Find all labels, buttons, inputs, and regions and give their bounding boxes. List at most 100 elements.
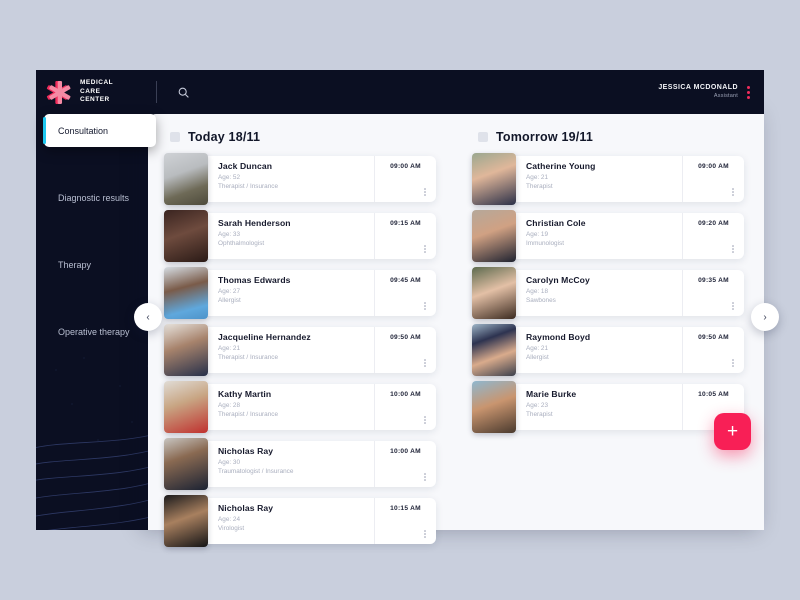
patient-specialty: Therapist <box>526 410 553 418</box>
next-day-button[interactable]: › <box>751 303 779 331</box>
user-role: Assistant <box>713 93 738 100</box>
kebab-dot <box>424 479 426 481</box>
appointment-details: Marie Burke Age: 23 Therapist <box>516 384 682 430</box>
chevron-left-icon: ‹ <box>146 311 150 323</box>
patient-age: Age: 21 <box>526 173 549 181</box>
appointment-card[interactable]: Catherine Young Age: 21 Therapist 09:00 AM <box>472 153 744 205</box>
avatar <box>164 267 208 319</box>
kebab-dot <box>424 194 426 196</box>
appointment-meta: 09:00 AM <box>374 156 436 202</box>
appointment-card[interactable]: Thomas Edwards Age: 27 Allergist 09:45 AM <box>164 267 436 319</box>
appointment-time: 09:35 AM <box>698 277 729 284</box>
card-kebab-menu-icon[interactable] <box>424 416 426 424</box>
kebab-dot <box>732 305 734 307</box>
brand-logo[interactable]: MEDICAL CARE CENTER <box>36 79 148 106</box>
appointments-panel: Today 18/11 Jack Duncan Age: 52 Therapist /… <box>148 114 764 547</box>
appointment-details: Jacqueline Hernandez Age: 21 Therapist / I… <box>208 327 374 373</box>
kebab-dot <box>424 530 426 532</box>
kebab-dot <box>732 191 734 193</box>
patient-age: Age: 19 <box>526 230 549 238</box>
card-kebab-menu-icon[interactable] <box>732 188 734 196</box>
kebab-dot <box>424 302 426 304</box>
patient-specialty: Sawbones <box>526 296 556 304</box>
appointment-card[interactable]: Jacqueline Hernandez Age: 21 Therapist / I… <box>164 324 436 376</box>
kebab-dot <box>732 302 734 304</box>
topbar-divider <box>156 81 157 103</box>
card-kebab-menu-icon[interactable] <box>424 188 426 196</box>
sidebar-item-diagnostic-results[interactable]: Diagnostic results <box>36 181 156 214</box>
card-kebab-menu-icon[interactable] <box>424 359 426 367</box>
kebab-dot <box>424 533 426 535</box>
appointment-details: Jack Duncan Age: 52 Therapist / Insurance <box>208 156 374 202</box>
kebab-menu-icon[interactable] <box>747 85 750 99</box>
app-screenshot: MEDICAL CARE CENTER JESSICA MCDONALD Ass… <box>0 0 800 600</box>
appointment-card[interactable]: Jack Duncan Age: 52 Therapist / Insurance 0… <box>164 153 436 205</box>
appointment-time: 09:45 AM <box>390 277 421 284</box>
card-kebab-menu-icon[interactable] <box>424 302 426 310</box>
appointment-details: Raymond Boyd Age: 21 Allergist <box>516 327 682 373</box>
kebab-dot <box>732 365 734 367</box>
sidebar-item-label: Operative therapy <box>58 326 130 337</box>
add-appointment-button[interactable]: + <box>714 413 751 450</box>
appointment-card[interactable]: Nicholas Ray Age: 24 Virologist 10:15 AM <box>164 495 436 547</box>
avatar <box>164 324 208 376</box>
user-account[interactable]: JESSICA MCDONALD Assistant <box>658 84 764 101</box>
appointment-card[interactable]: Nicholas Ray Age: 30 Traumatologist / Insu… <box>164 438 436 490</box>
appointment-card[interactable]: Christian Cole Age: 19 Immunologist 09:20 A… <box>472 210 744 262</box>
appointment-card[interactable]: Kathy Martin Age: 28 Therapist / Insurance… <box>164 381 436 433</box>
patient-specialty: Allergist <box>218 296 241 304</box>
kebab-dot <box>424 473 426 475</box>
appointment-time: 09:50 AM <box>390 334 421 341</box>
appointment-details: Sarah Henderson Age: 33 Ophthalmologist <box>208 213 374 259</box>
patient-age: Age: 30 <box>218 458 241 466</box>
search-button[interactable] <box>173 82 193 102</box>
kebab-dot <box>424 251 426 253</box>
appointment-card[interactable]: Sarah Henderson Age: 33 Ophthalmologist 09:… <box>164 210 436 262</box>
appointment-meta: 09:20 AM <box>682 213 744 259</box>
appointment-card[interactable]: Raymond Boyd Age: 21 Allergist 09:50 AM <box>472 324 744 376</box>
patient-age: Age: 18 <box>526 287 549 295</box>
card-kebab-menu-icon[interactable] <box>424 473 426 481</box>
avatar <box>164 153 208 205</box>
kebab-dot <box>732 188 734 190</box>
previous-day-button[interactable]: ‹ <box>134 303 162 331</box>
kebab-dot <box>747 85 750 89</box>
column-title: Tomorrow 19/11 <box>496 130 594 144</box>
card-kebab-menu-icon[interactable] <box>424 245 426 253</box>
kebab-dot <box>424 191 426 193</box>
patient-age: Age: 23 <box>526 401 549 409</box>
sidebar-item-therapy[interactable]: Therapy <box>36 248 156 281</box>
appointment-columns: Today 18/11 Jack Duncan Age: 52 Therapist /… <box>148 114 764 547</box>
appointment-details: Kathy Martin Age: 28 Therapist / Insurance <box>208 384 374 430</box>
card-kebab-menu-icon[interactable] <box>424 530 426 538</box>
appointment-card[interactable]: Marie Burke Age: 23 Therapist 10:05 AM <box>472 381 744 433</box>
appointment-time: 09:00 AM <box>390 163 421 170</box>
patient-age: Age: 21 <box>218 344 241 352</box>
appointment-meta: 10:00 AM <box>374 384 436 430</box>
appointment-meta: 10:00 AM <box>374 441 436 487</box>
avatar <box>164 438 208 490</box>
kebab-dot <box>732 359 734 361</box>
patient-specialty: Virologist <box>218 524 245 532</box>
user-name: JESSICA MCDONALD <box>658 83 738 91</box>
card-kebab-menu-icon[interactable] <box>732 302 734 310</box>
card-kebab-menu-icon[interactable] <box>732 245 734 253</box>
appointment-list: Catherine Young Age: 21 Therapist 09:00 AM C… <box>468 152 752 433</box>
sidebar-item-consultation[interactable]: Consultation <box>43 114 156 147</box>
patient-age: Age: 28 <box>218 401 241 409</box>
asterisk-medical-logo-icon <box>46 80 71 104</box>
kebab-dot <box>747 90 750 94</box>
avatar <box>472 267 516 319</box>
sidebar-item-label: Therapy <box>58 259 92 270</box>
card-kebab-menu-icon[interactable] <box>732 359 734 367</box>
brand-text: MEDICAL CARE CENTER <box>80 79 113 104</box>
chevron-right-icon: › <box>763 311 767 323</box>
appointment-time: 10:00 AM <box>390 448 421 455</box>
patient-name: Raymond Boyd <box>526 332 591 342</box>
appointment-card[interactable]: Carolyn McCoy Age: 18 Sawbones 09:35 AM <box>472 267 744 319</box>
appointment-time: 09:50 AM <box>698 334 729 341</box>
avatar <box>164 381 208 433</box>
patient-specialty: Traumatologist / Insurance <box>218 467 294 475</box>
patient-name: Carolyn McCoy <box>526 275 590 285</box>
patient-name: Jack Duncan <box>218 161 273 171</box>
